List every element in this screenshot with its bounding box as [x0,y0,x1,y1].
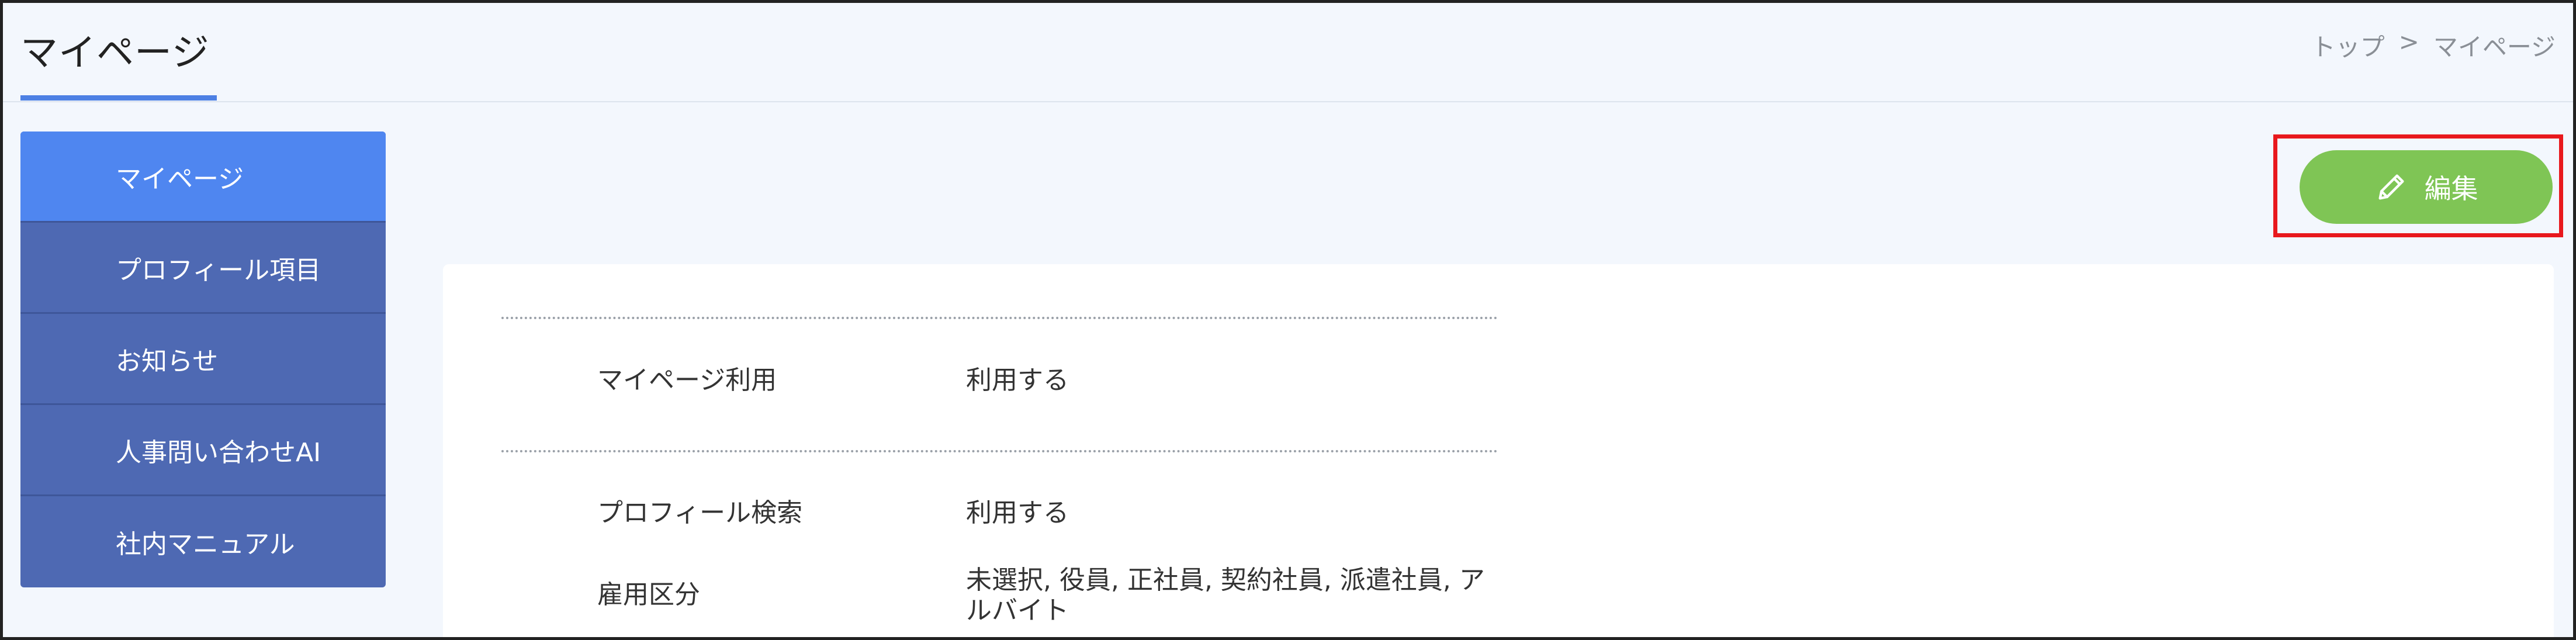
pencil-icon [2378,174,2404,200]
breadcrumb: トップ > マイページ [2311,27,2556,63]
sidebar-item-notices[interactable]: お知らせ [20,314,386,405]
breadcrumb-top-link[interactable]: トップ [2311,27,2385,63]
row-value-mypage-usage: 利用する [966,365,1069,395]
row-label-employment-type: 雇用区分 [597,580,700,610]
settings-panel: マイページ利用 利用する プロフィール検索 利用する 雇用区分 未選択, 役員,… [443,264,2554,640]
row-value-employment-type: 未選択, 役員, 正社員, 契約社員, 派遣社員, アルバイト [966,565,1485,625]
title-underline [20,95,217,101]
edit-button-label: 編集 [2424,173,2478,205]
sidebar-menu: マイページ プロフィール項目 お知らせ 人事問い合わせAI 社内マニュアル [20,132,386,587]
edit-button[interactable]: 編集 [2300,150,2553,224]
breadcrumb-current: マイページ [2433,33,2556,61]
sidebar-item-hr-ai[interactable]: 人事問い合わせAI [20,405,386,496]
row-label-mypage-usage: マイページ利用 [597,365,777,395]
page-header: マイページ トップ > マイページ [3,3,2573,102]
divider [501,317,1498,319]
row-label-profile-search: プロフィール検索 [597,498,803,528]
sidebar-item-manual[interactable]: 社内マニュアル [20,496,386,587]
row-value-profile-search: 利用する [966,498,1069,528]
page-title: マイページ [20,32,210,75]
divider [501,450,1498,452]
sidebar-item-profile-fields[interactable]: プロフィール項目 [20,223,386,314]
sidebar-item-mypage[interactable]: マイページ [20,132,386,223]
breadcrumb-separator: > [2398,27,2419,56]
